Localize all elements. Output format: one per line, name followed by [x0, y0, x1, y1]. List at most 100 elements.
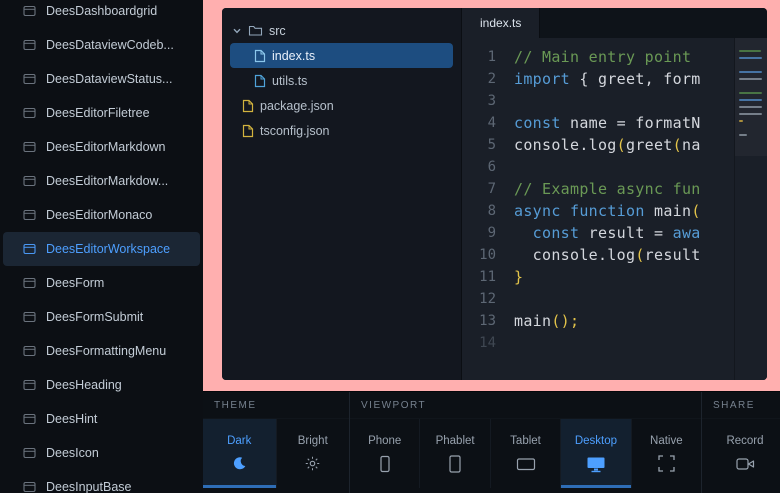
- line-number: 14: [462, 335, 514, 351]
- sidebar-item-label: DeesEditorWorkspace: [46, 242, 170, 256]
- minimap-mark: [739, 92, 762, 94]
- phablet-button[interactable]: Phablet: [419, 419, 489, 488]
- toolbar-button-label: Native: [650, 435, 683, 447]
- tablet-button[interactable]: Tablet: [490, 419, 560, 488]
- toolbar-button-label: Tablet: [510, 435, 541, 447]
- sidebar-item-deesheading[interactable]: DeesHeading: [3, 368, 200, 402]
- sidebar-item-deeseditorfiletree[interactable]: DeesEditorFiletree: [3, 96, 200, 130]
- line-number: 9: [462, 225, 514, 241]
- line-content: const name = formatN: [514, 114, 733, 132]
- line-content: main();: [514, 312, 733, 330]
- bright-button[interactable]: Bright: [276, 419, 350, 488]
- story-icon: [23, 379, 36, 391]
- tree-item-label: src: [269, 24, 286, 38]
- sidebar-item-deesicon[interactable]: DeesIcon: [3, 436, 200, 470]
- line-number: 13: [462, 313, 514, 329]
- code-line: 12: [462, 288, 733, 310]
- minimap-mark: [739, 106, 762, 108]
- editor-workspace-preview: src index.ts utils.ts package.json tsconfig.…: [222, 8, 767, 380]
- sidebar-item-label: DeesEditorMarkdow...: [46, 174, 168, 188]
- sidebar-item-deesform[interactable]: DeesForm: [3, 266, 200, 300]
- native-button[interactable]: Native: [631, 419, 701, 488]
- sidebar-item-deesdataviewcodeb[interactable]: DeesDataviewCodeb...: [3, 28, 200, 62]
- code-line: 1// Main entry point: [462, 46, 733, 68]
- ts-file-icon: [254, 74, 266, 88]
- editor-tab-bar: index.ts: [462, 8, 767, 38]
- json-file-icon: [242, 99, 254, 113]
- app-window: DeesDashboardgrid DeesDataviewCodeb... Dee…: [0, 0, 780, 493]
- chevron-down-icon: [232, 26, 242, 36]
- story-icon: [23, 209, 36, 221]
- story-icon: [23, 481, 36, 493]
- sidebar-item-deeseditorworkspace[interactable]: DeesEditorWorkspace: [3, 232, 200, 266]
- sidebar-item-label: DeesDataviewStatus...: [46, 72, 172, 86]
- sidebar-item-label: DeesEditorMonaco: [46, 208, 152, 222]
- code-line: 5console.log(greet(na: [462, 134, 733, 156]
- minimap-mark: [739, 113, 762, 115]
- code-line: 9 const result = awa: [462, 222, 733, 244]
- tree-item-label: utils.ts: [272, 74, 307, 88]
- line-content: // Main entry point: [514, 48, 733, 66]
- code-lines: 1// Main entry point2import { greet, for…: [462, 38, 733, 354]
- desktop-button[interactable]: Desktop: [560, 419, 630, 488]
- sidebar-item-deesformsubmit[interactable]: DeesFormSubmit: [3, 300, 200, 334]
- sidebar-item-label: DeesFormattingMenu: [46, 344, 166, 358]
- line-number: 5: [462, 137, 514, 153]
- tree-file-package-json[interactable]: package.json: [230, 93, 453, 118]
- phone-icon: [376, 455, 394, 473]
- phone-button[interactable]: Phone: [350, 419, 419, 488]
- sidebar-item-deeseditormarkdow[interactable]: DeesEditorMarkdow...: [3, 164, 200, 198]
- tree-item-label: tsconfig.json: [260, 124, 329, 138]
- native-icon: [658, 455, 675, 473]
- minimap-mark: [739, 134, 747, 136]
- editor-body[interactable]: 1// Main entry point2import { greet, for…: [462, 38, 767, 380]
- sidebar-item-label: DeesDashboardgrid: [46, 4, 157, 18]
- dark-button[interactable]: Dark: [203, 419, 276, 488]
- moon-icon: [232, 455, 247, 473]
- sidebar-item-deesinputbase[interactable]: DeesInputBase: [3, 470, 200, 493]
- story-icon: [23, 413, 36, 425]
- tree-file-utils-ts[interactable]: utils.ts: [230, 68, 453, 93]
- line-content: console.log(result: [514, 246, 733, 264]
- toolbar-button-label: Phone: [368, 435, 401, 447]
- toolbar-button-label: Desktop: [575, 435, 617, 447]
- sidebar-item-deesformattingmenu[interactable]: DeesFormattingMenu: [3, 334, 200, 368]
- line-number: 6: [462, 159, 514, 175]
- sidebar-list: DeesDashboardgrid DeesDataviewCodeb... Dee…: [0, 0, 203, 493]
- editor-tab-index-ts[interactable]: index.ts: [462, 8, 540, 38]
- line-content: }: [514, 268, 733, 286]
- tablet-icon: [516, 455, 536, 473]
- json-file-icon: [242, 124, 254, 138]
- sidebar-item-label: DeesIcon: [46, 446, 99, 460]
- code-line: 6: [462, 156, 733, 178]
- desktop-icon: [586, 455, 606, 473]
- tree-folder-src[interactable]: src: [230, 18, 453, 43]
- tree-file-tsconfig-json[interactable]: tsconfig.json: [230, 118, 453, 143]
- sidebar-item-deeshint[interactable]: DeesHint: [3, 402, 200, 436]
- toolbar-group-viewport: VIEWPORT Phone Phablet Tablet Desktop Native: [349, 392, 701, 493]
- toolbar-group-label: VIEWPORT: [350, 392, 701, 419]
- sidebar-item-label: DeesDataviewCodeb...: [46, 38, 174, 52]
- toolbar-button-label: Phablet: [436, 435, 475, 447]
- sidebar-item-deeseditormarkdown[interactable]: DeesEditorMarkdown: [3, 130, 200, 164]
- toolbar-group-share: SHARERecord: [701, 392, 780, 493]
- minimap[interactable]: [734, 38, 767, 380]
- toolbar-button-label: Dark: [227, 435, 251, 447]
- bottom-toolbar: THEMEDarkBrightVIEWPORTPhonePhabletTable…: [203, 391, 780, 493]
- tree-item-label: index.ts: [272, 49, 315, 63]
- story-icon: [23, 39, 36, 51]
- sidebar-item-deesdashboardgrid[interactable]: DeesDashboardgrid: [3, 0, 200, 28]
- sidebar-item-deesdataviewstatus[interactable]: DeesDataviewStatus...: [3, 62, 200, 96]
- code-line: 11}: [462, 266, 733, 288]
- story-icon: [23, 277, 36, 289]
- line-number: 4: [462, 115, 514, 131]
- line-number: 11: [462, 269, 514, 285]
- line-number: 12: [462, 291, 514, 307]
- minimap-mark: [739, 120, 743, 122]
- line-content: async function main(: [514, 202, 733, 220]
- sidebar-item-deeseditormonaco[interactable]: DeesEditorMonaco: [3, 198, 200, 232]
- line-content: // Example async fun: [514, 180, 733, 198]
- tree-file-index-ts[interactable]: index.ts: [230, 43, 453, 68]
- record-button[interactable]: Record: [710, 419, 780, 488]
- code-line: 10 console.log(result: [462, 244, 733, 266]
